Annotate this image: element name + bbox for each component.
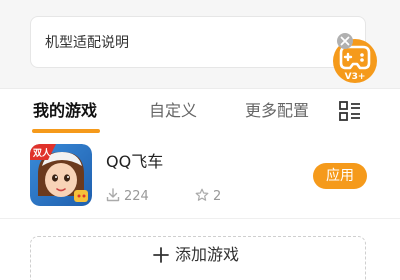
v3-badge[interactable]: V3+ [329, 33, 381, 85]
tab-custom[interactable]: 自定义 [149, 100, 197, 122]
game-name: QQ飞车 [106, 152, 164, 171]
download-count: 224 [106, 188, 149, 205]
grid-list-icon[interactable] [338, 99, 362, 123]
close-icon [337, 33, 353, 49]
download-icon [106, 188, 120, 202]
add-game-button[interactable]: 添加游戏 [30, 236, 366, 280]
divider [0, 88, 400, 89]
add-game-label: 添加游戏 [175, 245, 240, 264]
download-count-value: 224 [124, 189, 149, 204]
star-count-value: 2 [213, 189, 222, 204]
game-icon: 双人 [30, 144, 92, 206]
star-count: 2 [195, 188, 221, 205]
icon-badge-text: 双人 [33, 147, 52, 159]
star-icon [195, 188, 209, 201]
badge-text: V3+ [345, 72, 366, 82]
tab-my-games[interactable]: 我的游戏 [33, 100, 97, 122]
device-compat-card[interactable]: 机型适配说明 [30, 16, 366, 68]
active-tab-indicator [32, 129, 100, 133]
device-compat-label: 机型适配说明 [45, 35, 129, 51]
tab-more-config[interactable]: 更多配置 [245, 100, 309, 122]
game-list-item[interactable]: 双人 QQ飞车 224 2 应用 [0, 140, 400, 218]
screen: 机型适配说明 V3+ 我的游戏 自定义 更多配置 双人 QQ飞车 224 2 应… [0, 0, 400, 280]
plus-icon [153, 247, 169, 263]
apply-button[interactable]: 应用 [313, 163, 367, 189]
row-divider [0, 218, 400, 219]
